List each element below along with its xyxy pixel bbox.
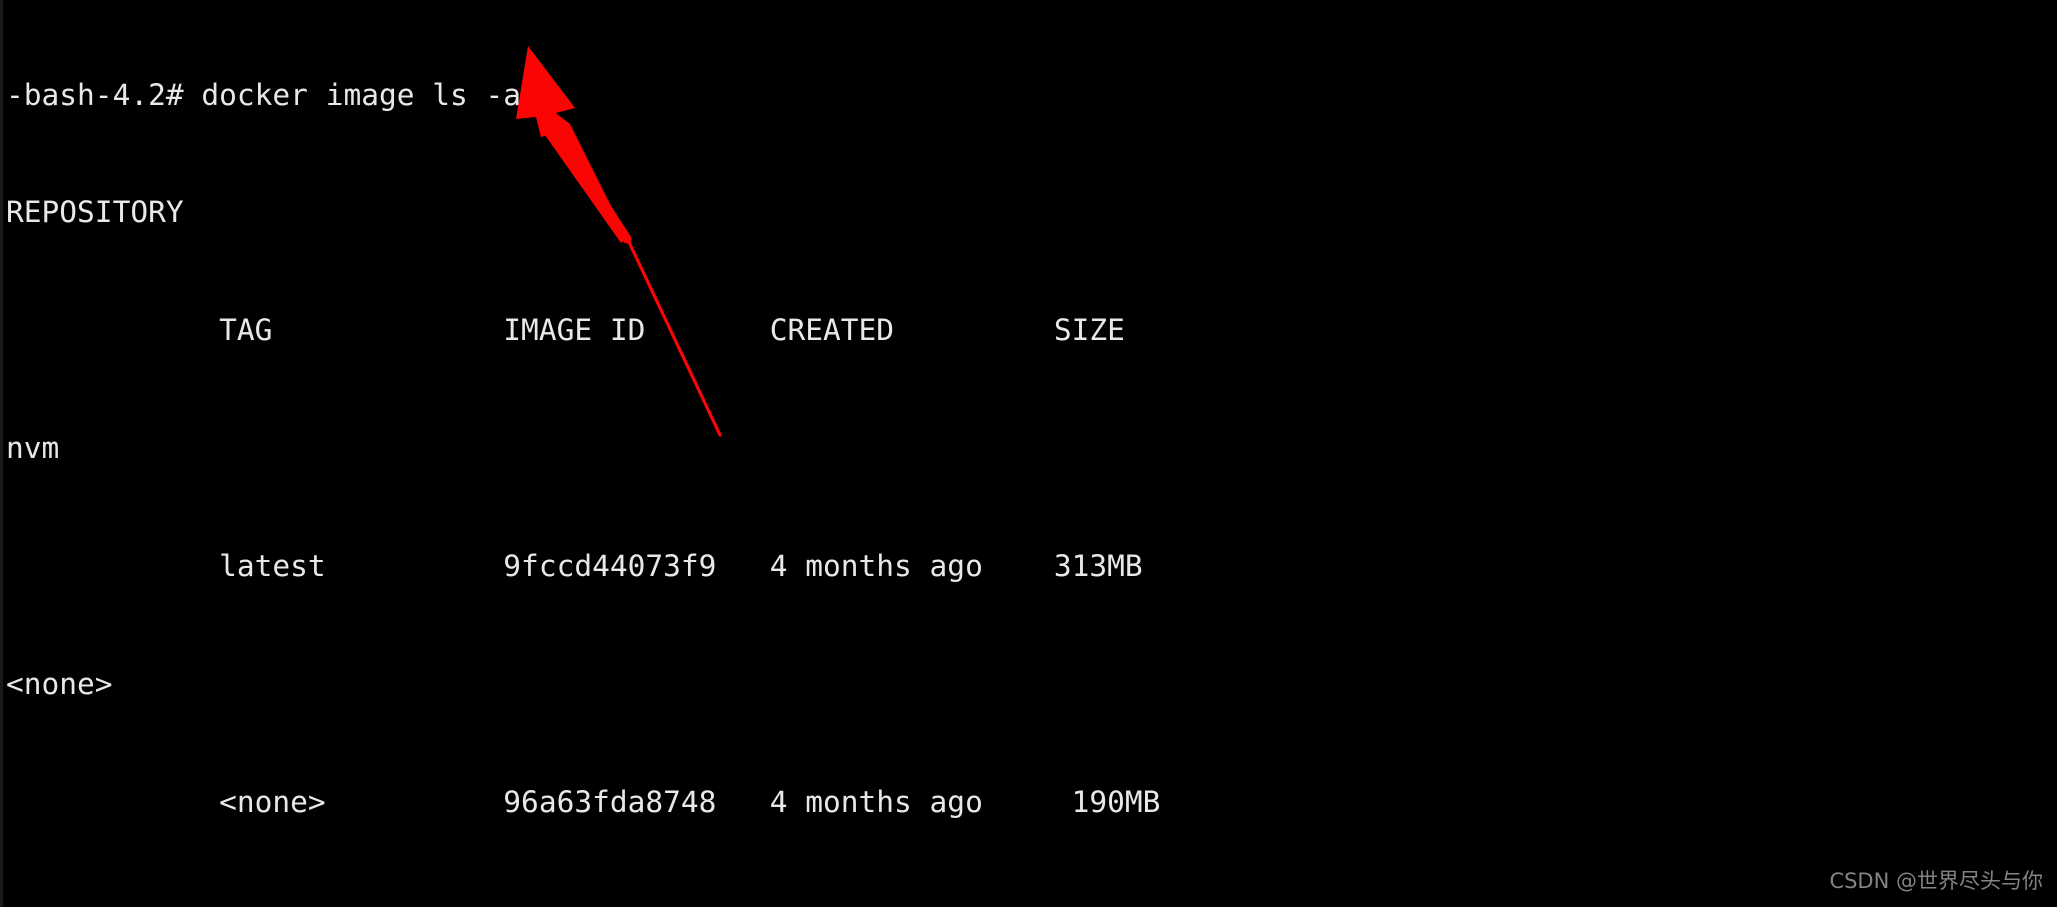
terminal-line-repo-devpeer0-org2: dev-peer0.org2.example.com-fabcar_1-762e… [0, 901, 2057, 904]
csdn-watermark: CSDN @世界尽头与你 [1829, 869, 2043, 893]
terminal-output[interactable]: -bash-4.2# docker image ls -a REPOSITORY… [0, 0, 2057, 904]
terminal-line-header-repository: REPOSITORY [6, 195, 184, 230]
terminal-line-row-none-1: <none> 96a63fda8748 4 months ago 190MB [6, 784, 1161, 819]
terminal-line-repo-nvm: nvm [6, 431, 60, 466]
terminal-line-row-nvm: latest 9fccd44073f9 4 months ago 313MB [6, 549, 1143, 584]
terminal-line-prompt: -bash-4.2# docker image ls -a [6, 77, 522, 112]
terminal-line-header-columns: TAG IMAGE ID CREATED SIZE [6, 313, 1125, 348]
terminal-line-repo-none-1: <none> [6, 667, 113, 702]
terminal-screenshot: -bash-4.2# docker image ls -a REPOSITORY… [0, 0, 2057, 907]
